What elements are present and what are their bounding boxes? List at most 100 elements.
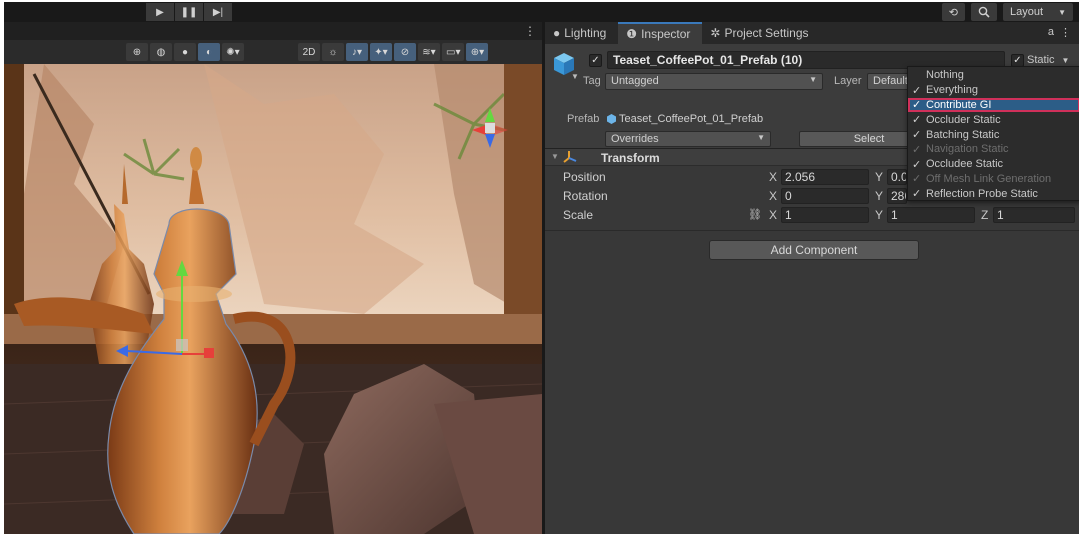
eye-slash-icon: ⊘: [400, 46, 410, 58]
flag-label: Nothing: [926, 69, 964, 82]
camera-settings-dropdown[interactable]: ▭▾: [442, 43, 465, 61]
scene-toolbar: ⊕ ◍ ● ◐ ✺▾ 2D ☼ ♪▾ ✦▾ ⊘ ≋▾ ▭▾ ⊕▾: [4, 40, 542, 64]
position-x-field[interactable]: 2.056: [781, 169, 869, 185]
half-sphere-icon: ◐: [205, 46, 213, 58]
layers-dropdown[interactable]: ≋▾: [418, 43, 440, 61]
shaded-wireframe-button[interactable]: ◍: [150, 43, 172, 61]
scale-y-field[interactable]: 1: [887, 207, 975, 223]
rotation-y-field[interactable]: 286: [887, 188, 907, 204]
globe-icon: ⊕: [132, 46, 142, 58]
hidden-objects-toggle[interactable]: ⊘: [394, 43, 416, 61]
flag-nothing[interactable]: Nothing: [908, 68, 1079, 83]
unlit-button[interactable]: ◐: [198, 43, 220, 61]
flag-reflection-probe-static[interactable]: ✓ Reflection Probe Static: [908, 186, 1079, 201]
foldout-arrow-icon[interactable]: ▼: [551, 152, 559, 161]
search-icon: [978, 6, 990, 18]
tab-inspector-label: Inspector: [641, 27, 691, 41]
position-x-label[interactable]: X: [769, 170, 777, 184]
link-icon[interactable]: ⛓: [748, 208, 762, 221]
flag-label: Everything: [926, 84, 978, 97]
rotation-x-field[interactable]: 0: [781, 188, 869, 204]
flag-everything[interactable]: ✓ Everything: [908, 83, 1079, 98]
flag-label: Occludee Static: [926, 158, 1004, 171]
rotation-x-label[interactable]: X: [769, 189, 777, 203]
chevron-down-icon: ▼: [757, 133, 765, 142]
main-toolbar: ▶ ❚❚ ▶| ⟲ Layout ▼: [4, 2, 1079, 22]
static-checkbox[interactable]: ✓: [1011, 53, 1024, 67]
tab-lighting[interactable]: ● Lighting: [545, 22, 618, 44]
gizmo-icon: ⊕▾: [470, 46, 485, 58]
scale-z-field[interactable]: 1: [993, 207, 1075, 223]
check-icon: ✓: [912, 129, 922, 142]
scale-x-label[interactable]: X: [769, 208, 777, 222]
scene-menu-button[interactable]: ⋮: [524, 24, 536, 38]
flag-label: Occluder Static: [926, 113, 1001, 126]
tab-project-settings[interactable]: ✲ Project Settings: [702, 22, 820, 44]
static-label: Static: [1027, 54, 1055, 66]
check-icon: ✓: [912, 188, 922, 201]
2d-label: 2D: [302, 46, 316, 58]
unity-editor-window: ▶ ❚❚ ▶| ⟲ Layout ▼ ⋮ ⊕ ◍ ● ◐ ✺▾ 2D ☼ ♪▾ …: [4, 2, 1079, 534]
prefab-name: Teaset_CoffeePot_01_Prefab: [619, 113, 764, 125]
gizmos-dropdown[interactable]: ⊕▾: [466, 43, 489, 61]
tab-project-settings-label: Project Settings: [724, 26, 809, 40]
search-button[interactable]: [971, 3, 997, 21]
tag-dropdown[interactable]: Untagged ▼: [605, 73, 823, 90]
check-icon: ✓: [912, 143, 922, 156]
light-icon: ☼: [328, 46, 338, 58]
active-checkbox[interactable]: ✓: [589, 54, 602, 67]
effects-toggle[interactable]: ✦▾: [370, 43, 392, 61]
transform-icon: [563, 151, 577, 163]
flag-occludee-static[interactable]: ✓ Occludee Static: [908, 157, 1079, 172]
wireframe-button[interactable]: ⊕: [126, 43, 148, 61]
debug-draw-dropdown[interactable]: ✺▾: [222, 43, 244, 61]
effects-icon: ✦▾: [374, 46, 388, 58]
2d-toggle[interactable]: 2D: [298, 43, 320, 61]
shaded-button[interactable]: ●: [174, 43, 196, 61]
position-label: Position: [563, 170, 606, 184]
overrides-label: Overrides: [611, 133, 659, 145]
prefab-label: Prefab: [567, 113, 600, 125]
layout-dropdown[interactable]: Layout ▼: [1003, 3, 1073, 21]
lightbulb-icon: ●: [553, 26, 561, 40]
lighting-toggle[interactable]: ☼: [322, 43, 344, 61]
add-component-button[interactable]: Add Component: [709, 240, 919, 260]
scale-x-field[interactable]: 1: [781, 207, 869, 223]
check-icon: ✓: [912, 84, 922, 97]
flag-navigation-static: ✓ Navigation Static: [908, 142, 1079, 157]
play-button[interactable]: ▶: [146, 3, 174, 21]
flag-occluder-static[interactable]: ✓ Occluder Static: [908, 112, 1079, 127]
prefab-asset[interactable]: Teaset_CoffeePot_01_Prefab: [607, 113, 763, 125]
chevron-down-icon: ▼: [1058, 7, 1066, 17]
scale-y-label[interactable]: Y: [875, 208, 883, 222]
camera-icon: ▭▾: [446, 46, 461, 58]
tag-label: Tag: [583, 75, 601, 87]
prefab-cube-icon: [607, 114, 616, 124]
lock-icon[interactable]: a: [1048, 26, 1054, 39]
pause-button[interactable]: ❚❚: [175, 3, 203, 21]
step-button[interactable]: ▶|: [204, 3, 232, 21]
flag-off-mesh-link-generation: ✓ Off Mesh Link Generation: [908, 172, 1079, 187]
position-y-field[interactable]: 0.0: [887, 169, 907, 185]
scale-z-label[interactable]: Z: [981, 208, 988, 222]
position-y-label[interactable]: Y: [875, 170, 883, 184]
info-icon: ❶: [626, 27, 638, 41]
flag-batching-static[interactable]: ✓ Batching Static: [908, 127, 1079, 142]
scene-viewport[interactable]: [4, 64, 542, 534]
kebab-menu-icon[interactable]: ⋮: [1060, 26, 1071, 39]
history-button[interactable]: ⟲: [941, 3, 965, 21]
play-icon: ▶: [156, 6, 164, 18]
flag-contribute-gi[interactable]: ✓ Contribute GI: [908, 97, 1079, 113]
rotation-y-label[interactable]: Y: [875, 189, 883, 203]
rotation-label: Rotation: [563, 189, 608, 203]
check-icon: ✓: [912, 114, 922, 127]
tab-inspector[interactable]: ❶ Inspector: [618, 22, 703, 44]
check-icon: ✓: [912, 99, 922, 112]
tag-value: Untagged: [611, 75, 659, 87]
chevron-down-icon[interactable]: ▼: [571, 72, 579, 81]
scene-tab-bar: ⋮: [4, 22, 542, 40]
audio-icon: ♪▾: [351, 46, 363, 58]
chevron-down-icon: ▼: [809, 75, 817, 84]
audio-toggle[interactable]: ♪▾: [346, 43, 368, 61]
overrides-dropdown[interactable]: Overrides ▼: [605, 131, 771, 147]
